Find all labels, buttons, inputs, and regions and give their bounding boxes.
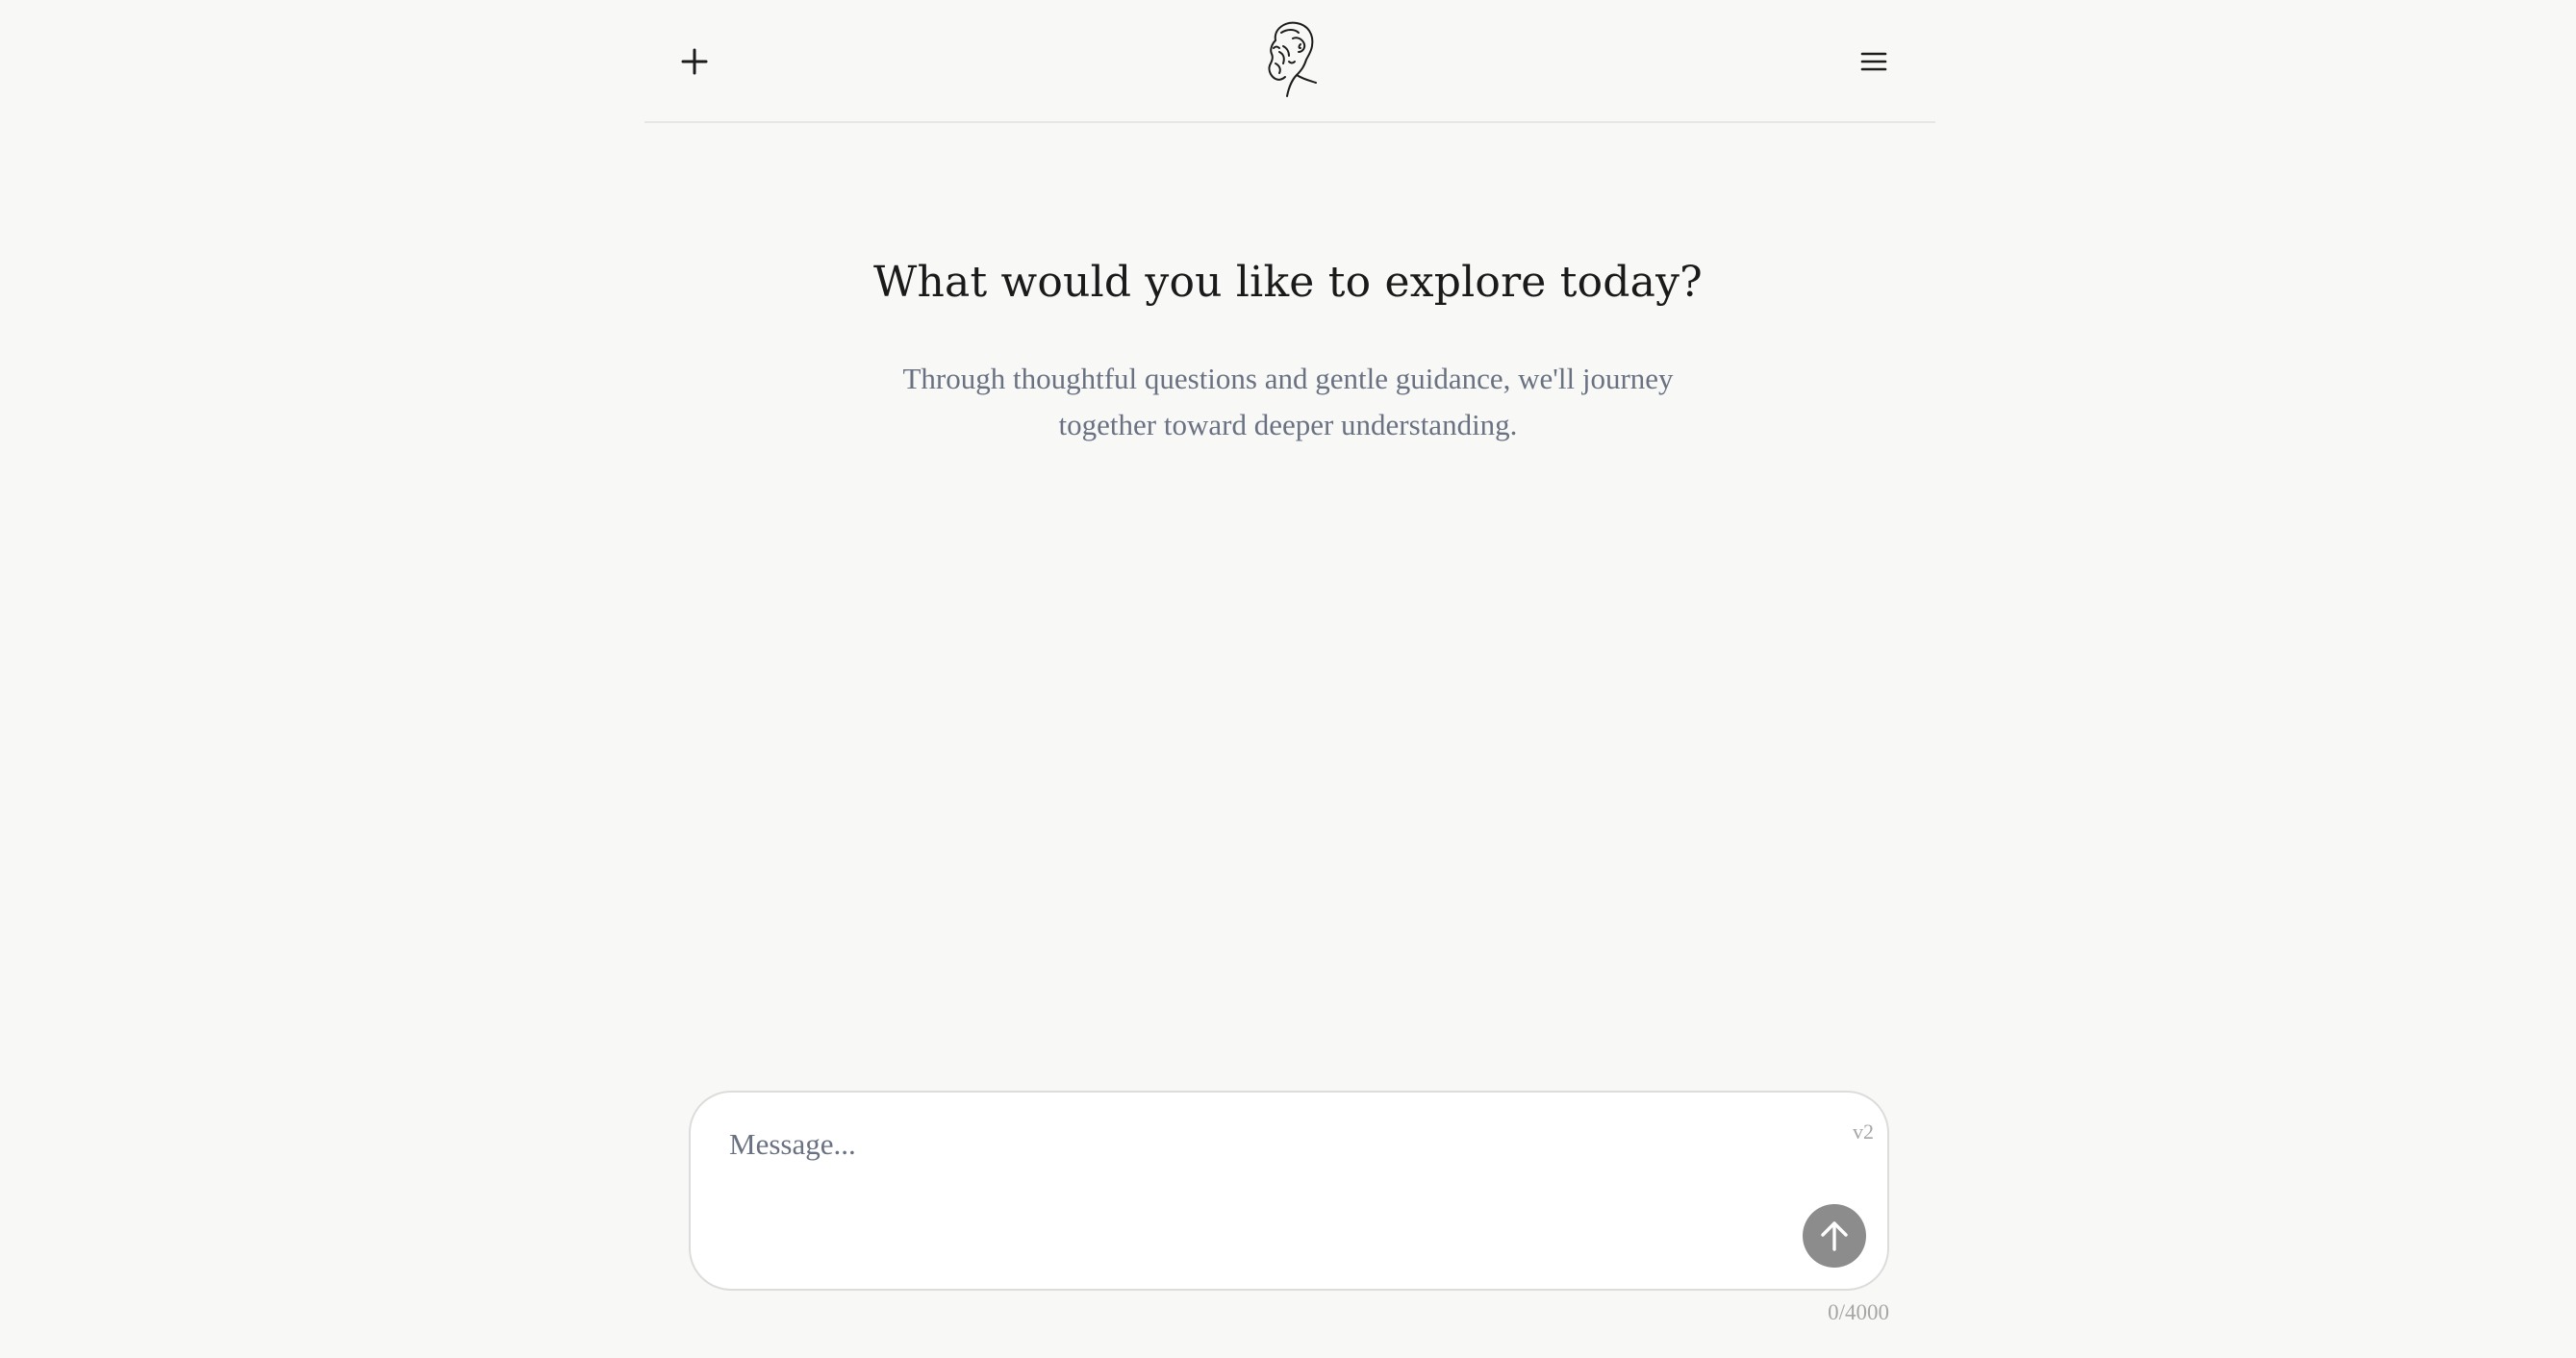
plus-icon — [681, 48, 708, 75]
logo — [1254, 19, 1324, 102]
version-label: v2 — [1853, 1119, 1874, 1144]
message-composer: v2 — [689, 1091, 1889, 1291]
menu-button[interactable] — [1843, 31, 1905, 92]
character-count: 0/4000 — [1828, 1300, 1889, 1324]
philosopher-head-icon — [1268, 21, 1317, 97]
new-conversation-button[interactable] — [664, 31, 725, 92]
send-button[interactable] — [1803, 1204, 1866, 1268]
top-bar — [644, 0, 1935, 123]
page-title: What would you like to explore today? — [873, 258, 1703, 307]
hamburger-menu-icon — [1860, 52, 1887, 71]
message-input[interactable] — [729, 1127, 1787, 1233]
arrow-up-icon — [1821, 1221, 1848, 1251]
page-subtitle: Through thoughtful questions and gentle … — [902, 362, 1674, 441]
